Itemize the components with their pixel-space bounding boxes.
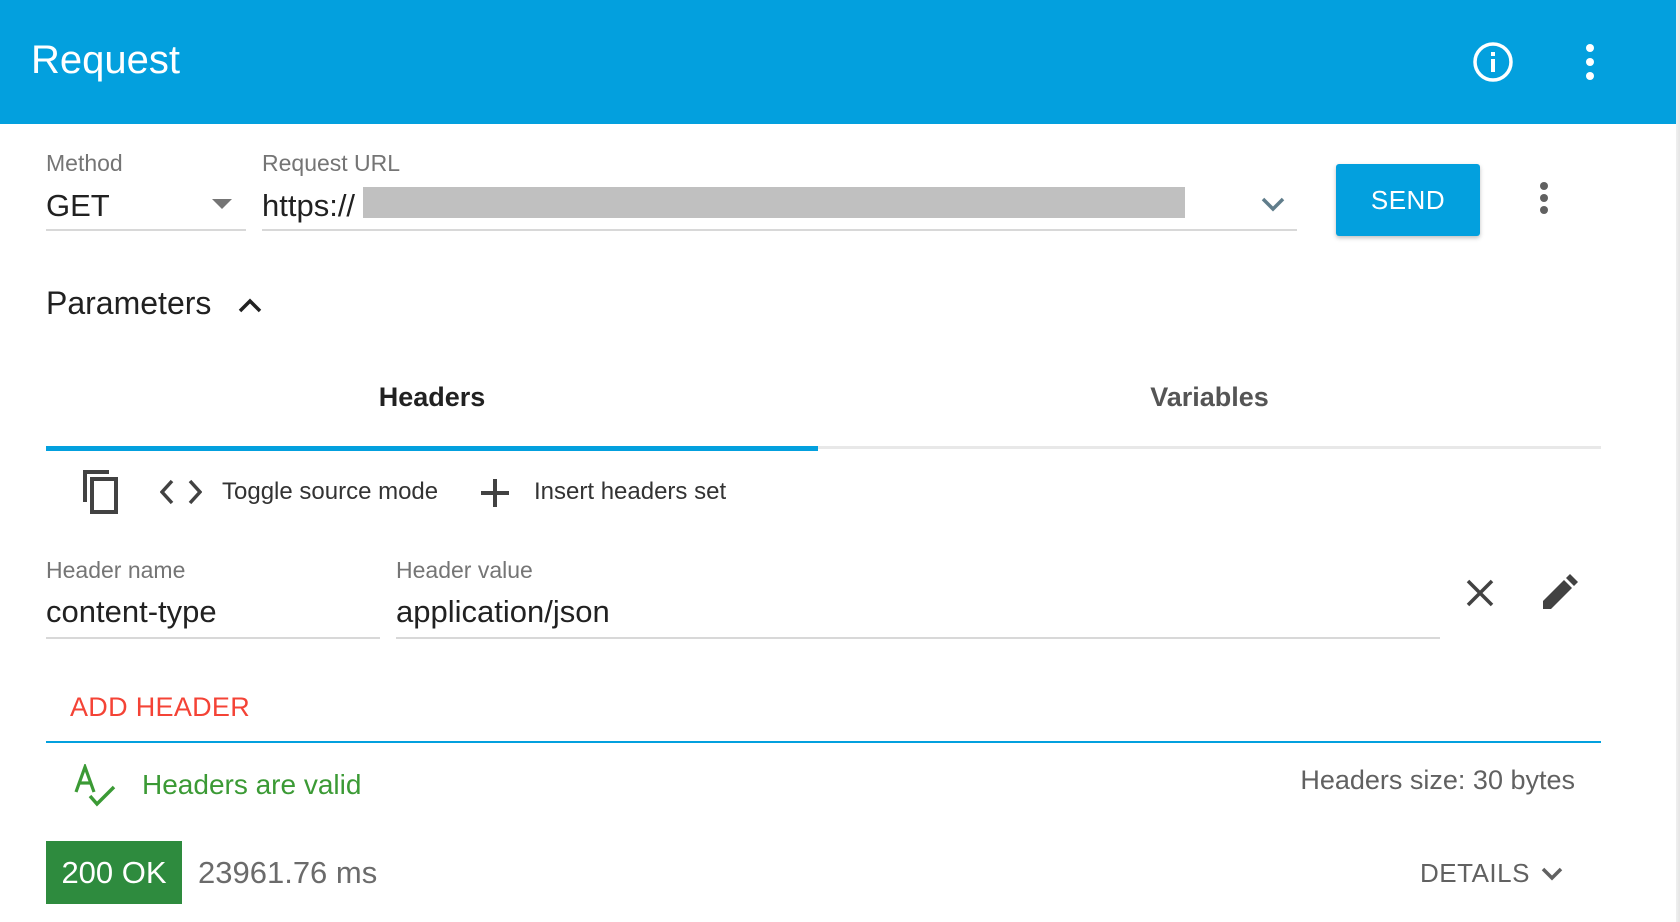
insert-headers-set-button[interactable]: Insert headers set: [476, 470, 756, 514]
header-name-input[interactable]: content-type: [46, 588, 380, 638]
url-history-chevron-icon[interactable]: [1255, 186, 1291, 222]
header-name-underline: [46, 637, 380, 639]
code-icon: [160, 479, 202, 505]
parameters-title: Parameters: [46, 285, 212, 321]
send-button[interactable]: SEND: [1336, 164, 1480, 236]
header-value-underline: [396, 637, 1440, 639]
url-value: https://: [262, 188, 356, 223]
header-value-label: Header value: [396, 557, 533, 583]
details-button[interactable]: DETAILS: [1420, 858, 1564, 889]
header-name-value: content-type: [46, 594, 217, 629]
details-label: DETAILS: [1420, 858, 1530, 888]
response-time: 23961.76 ms: [198, 855, 378, 890]
toggle-source-label: Toggle source mode: [222, 478, 439, 505]
info-icon[interactable]: [1465, 34, 1521, 90]
url-label: Request URL: [262, 150, 401, 176]
request-more-vert-icon[interactable]: [1526, 176, 1562, 220]
dropdown-arrow-icon: [212, 199, 232, 209]
insert-headers-set-label: Insert headers set: [534, 478, 727, 505]
header-value-value: application/json: [396, 594, 610, 629]
editor-bottom-line: [46, 741, 1601, 743]
method-value: GET: [46, 188, 110, 223]
tab-headers[interactable]: Headers: [46, 382, 818, 413]
collapse-chevron-up-icon[interactable]: [232, 288, 268, 324]
headers-valid-text: Headers are valid: [142, 769, 362, 800]
method-label: Method: [46, 150, 123, 176]
headers-size-text: Headers size: 30 bytes: [1300, 765, 1575, 795]
tab-variables[interactable]: Variables: [818, 382, 1601, 413]
status-badge: 200 OK: [46, 841, 182, 904]
url-underline: [262, 229, 1297, 231]
chevron-down-icon: [1541, 867, 1563, 880]
plus-icon: [481, 479, 509, 507]
method-underline: [46, 229, 246, 231]
header-name-label: Header name: [46, 557, 186, 583]
toggle-source-button[interactable]: Toggle source mode: [158, 470, 448, 514]
remove-header-close-icon[interactable]: [1460, 572, 1500, 614]
tab-active-indicator: [46, 446, 818, 451]
add-header-button[interactable]: ADD HEADER: [70, 692, 250, 723]
more-vert-icon[interactable]: [1562, 34, 1618, 90]
redacted-url: [363, 187, 1185, 218]
window-edge: [1676, 0, 1680, 922]
app-title: Request: [31, 38, 180, 82]
app-bar: Request: [0, 0, 1680, 124]
method-select[interactable]: GET: [46, 180, 246, 232]
spellcheck-valid-icon: [72, 762, 118, 808]
edit-header-pencil-icon[interactable]: [1538, 572, 1580, 614]
copy-icon[interactable]: [76, 466, 124, 518]
header-value-input[interactable]: application/json: [396, 588, 1440, 638]
